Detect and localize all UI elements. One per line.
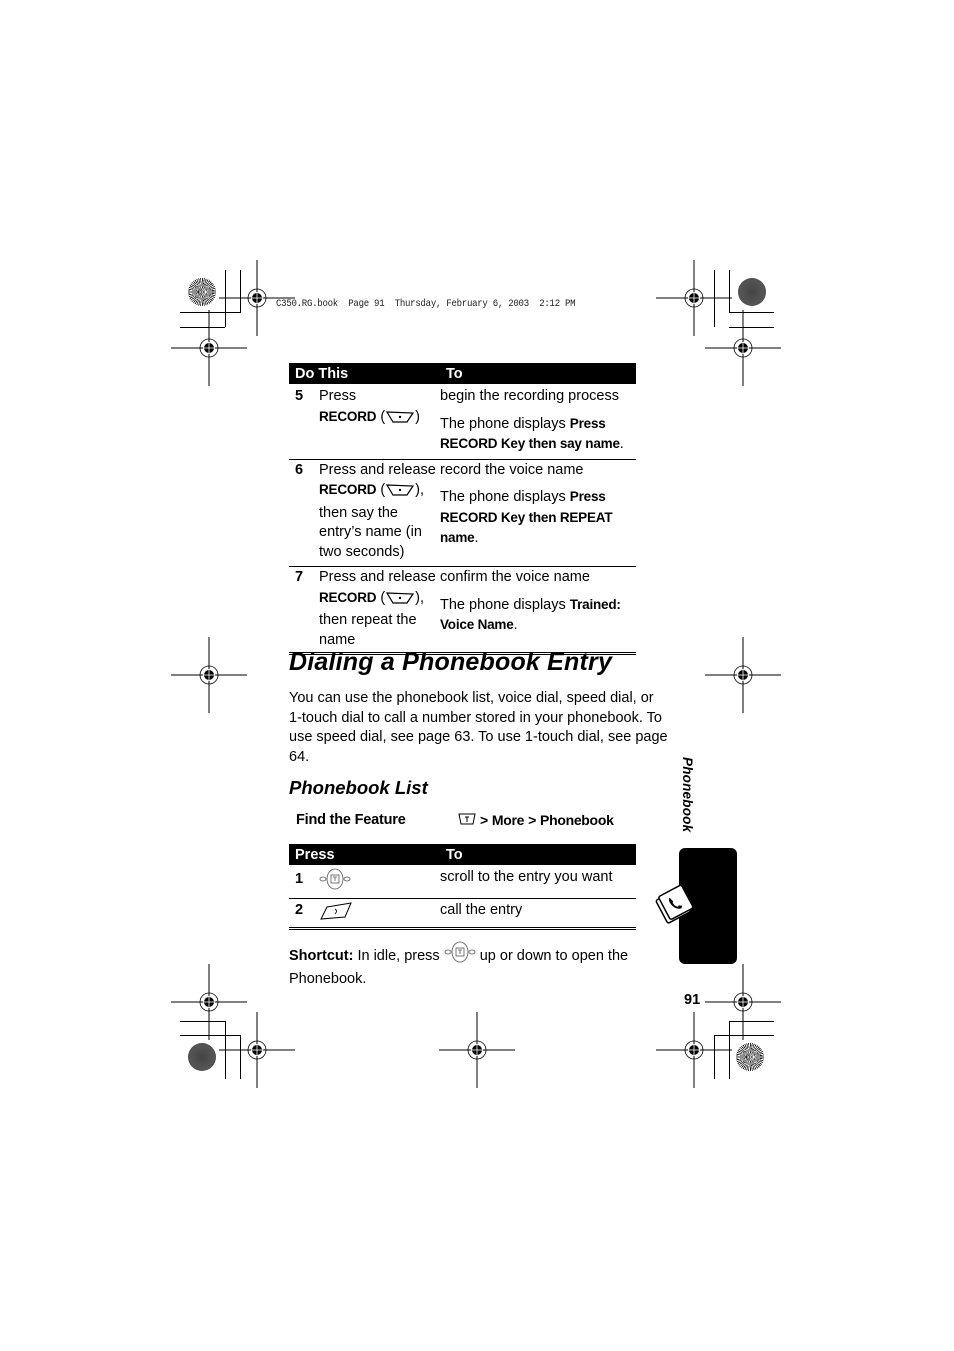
record-key-label: RECORD	[319, 482, 377, 497]
shortcut-note: Shortcut: In idle, press up or down to o…	[289, 941, 649, 989]
step-action: Press and release RECORD (), then repeat…	[319, 566, 440, 655]
registration-mark-icon	[703, 308, 783, 388]
menu-path-more: More	[491, 812, 525, 828]
step-result: record the voice name The phone displays…	[440, 459, 636, 567]
step-number: 1	[289, 865, 319, 899]
step-result: confirm the voice name The phone display…	[440, 566, 636, 655]
table-header-to: To	[440, 844, 636, 865]
table-row: 1 scroll to the entry you want	[289, 865, 636, 899]
phonebook-icon	[652, 882, 698, 933]
soft-key-icon	[385, 483, 415, 504]
soft-key-icon	[385, 591, 415, 612]
table-row: 5 Press RECORD () begin the recording pr…	[289, 384, 636, 460]
menu-path-phonebook: Phonebook	[540, 812, 614, 828]
table-header-do-this: Do This	[289, 363, 440, 384]
step-number: 6	[289, 459, 319, 567]
registration-mark-icon	[654, 1010, 734, 1090]
find-feature-path: > More > Phonebook	[458, 812, 614, 828]
intro-paragraph: You can use the phonebook list, voice di…	[289, 690, 668, 765]
record-key-label: RECORD	[319, 408, 377, 424]
page-number: 91	[684, 992, 701, 1008]
table-row: 7 Press and release RECORD (), then repe…	[289, 566, 636, 655]
registration-mark-icon	[217, 1010, 297, 1090]
navigation-key-icon	[319, 865, 440, 899]
table-header-to: To	[440, 363, 636, 384]
color-bar-dot-icon	[188, 1043, 216, 1071]
voice-name-steps-table: Do This To 5 Press RECORD () begin the r…	[289, 363, 636, 655]
shortcut-label: Shortcut:	[289, 948, 354, 964]
section-title: Dialing a Phonebook Entry	[289, 648, 613, 676]
step-result: call the entry	[440, 898, 636, 930]
step-action: Press and release RECORD (), then say th…	[319, 459, 440, 567]
step-number: 7	[289, 566, 319, 655]
menu-key-icon	[458, 812, 476, 828]
color-bar-star-icon	[736, 1043, 764, 1071]
print-slug: C350.RG.book Page 91 Thursday, February …	[276, 298, 576, 310]
soft-key-icon	[385, 410, 415, 431]
table-header-press: Press	[289, 844, 440, 865]
step-number: 5	[289, 384, 319, 460]
step-result: scroll to the entry you want	[440, 865, 636, 899]
color-bar-dot-icon	[738, 278, 766, 306]
step-action: Press RECORD ()	[319, 384, 440, 460]
registration-mark-icon	[169, 635, 249, 715]
phonebook-list-table: Press To 1 scroll to the entry you want …	[289, 844, 636, 930]
find-feature-label: Find the Feature	[296, 812, 406, 828]
registration-mark-icon	[703, 635, 783, 715]
chapter-side-label: Phonebook	[680, 757, 695, 833]
navigation-key-icon	[444, 941, 476, 970]
color-bar-star-icon	[188, 278, 216, 306]
subsection-title: Phonebook List	[289, 777, 428, 798]
registration-mark-icon	[169, 308, 249, 388]
record-key-label: RECORD	[319, 589, 377, 605]
step-number: 2	[289, 898, 319, 930]
send-key-icon	[319, 898, 440, 930]
registration-mark-icon	[437, 1010, 517, 1090]
step-result: begin the recording process The phone di…	[440, 384, 636, 460]
table-row: 2 call the entry	[289, 898, 636, 930]
table-row: 6 Press and release RECORD (), then say …	[289, 459, 636, 567]
